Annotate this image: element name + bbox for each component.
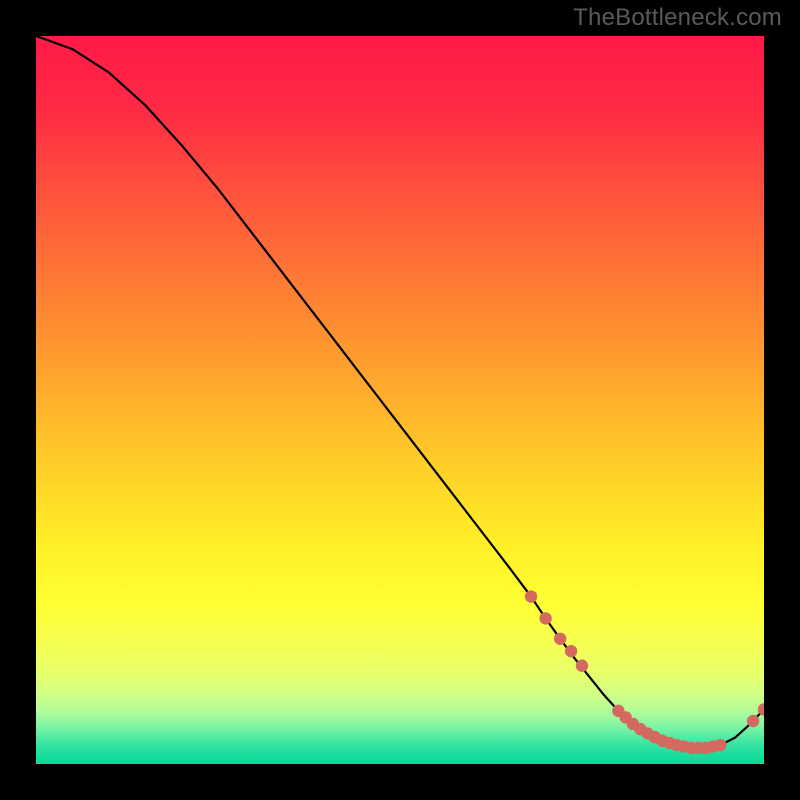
chart-marker	[539, 612, 551, 624]
watermark-text: TheBottleneck.com	[573, 4, 782, 32]
chart-marker	[714, 739, 726, 751]
chart-marker	[747, 715, 759, 727]
chart-svg	[36, 36, 764, 764]
chart-frame: TheBottleneck.com	[0, 0, 800, 800]
chart-marker	[525, 590, 537, 602]
chart-background	[36, 36, 764, 764]
chart-plot-area	[36, 36, 764, 764]
chart-marker	[576, 660, 588, 672]
chart-marker	[565, 645, 577, 657]
chart-marker	[554, 633, 566, 645]
